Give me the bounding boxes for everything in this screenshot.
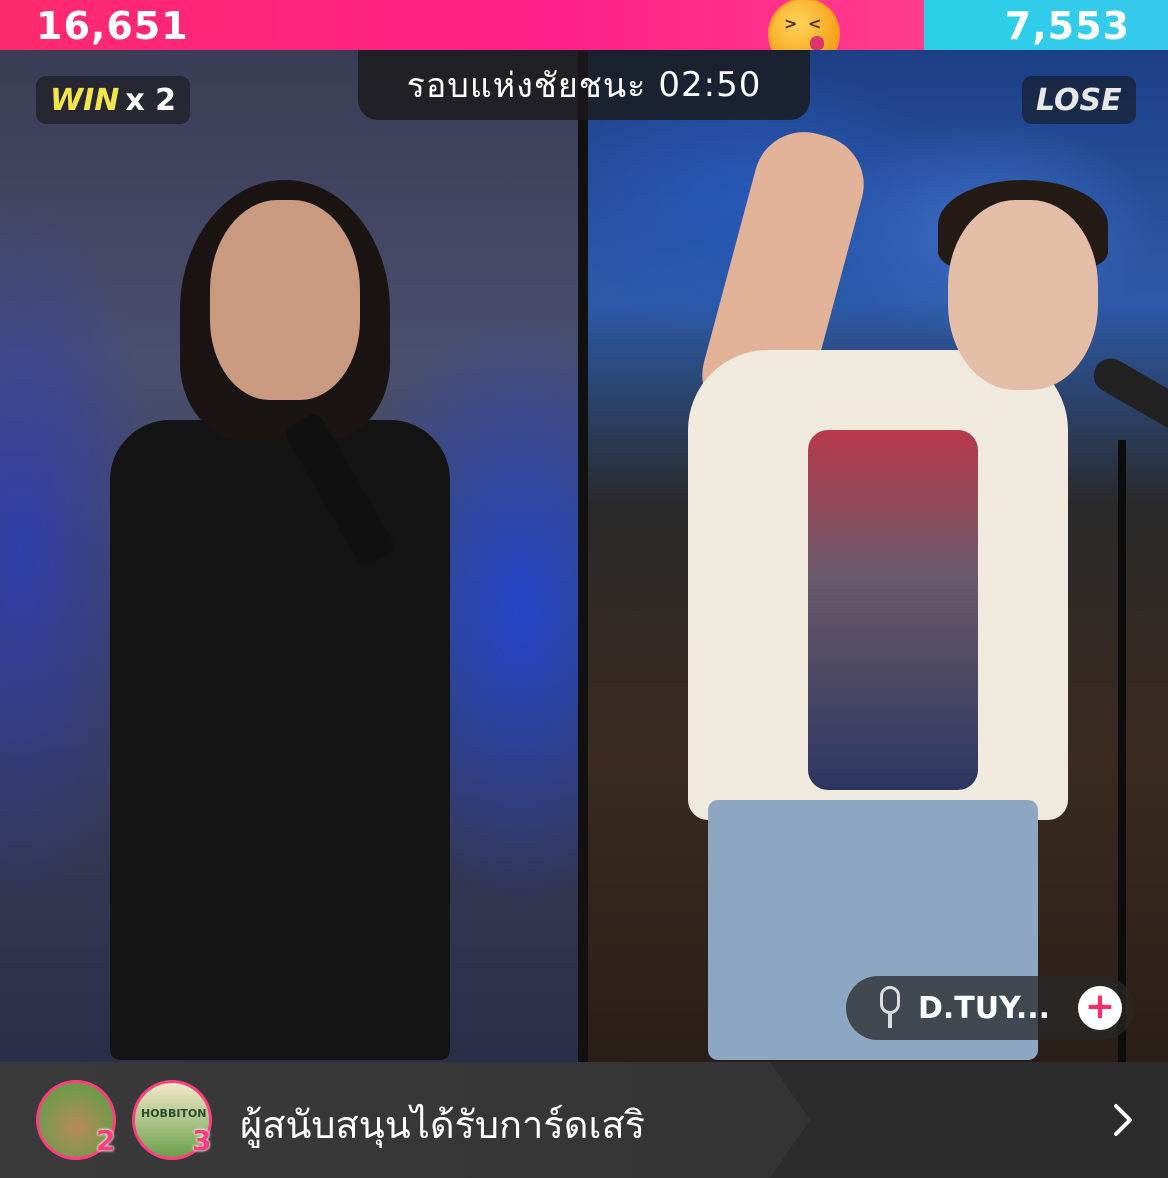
supporter-rank: 2 [96,1124,116,1157]
left-singer-image [70,160,470,1060]
right-score: 7,553 [1004,4,1130,48]
round-time: 02:50 [658,65,762,105]
opponent-host-chip[interactable]: D.TUY... + [846,976,1134,1040]
right-singer-image [648,110,1168,1062]
win-streak-badge: WIN x 2 [36,76,191,124]
chevron-right-icon[interactable] [1108,1098,1138,1142]
opponent-host-name: D.TUY... [918,990,1051,1026]
win-multiplier: x 2 [125,82,177,118]
avatar-logo-text: HOBBITON [141,1107,207,1120]
follow-button[interactable]: + [1078,986,1122,1030]
left-score: 16,651 [36,4,189,48]
banner-message: ผู้สนับสนุนได้รับการ์ดเสริ [240,1103,646,1147]
microphone-icon [876,986,904,1030]
battle-score-bar: 16,651 7,553 [0,0,1168,50]
lose-badge: LOSE [1022,76,1136,124]
right-host-video[interactable] [588,50,1168,1062]
round-label: รอบแห่งชัยชนะ [406,66,647,106]
video-divider [578,50,588,1062]
win-label: WIN [50,82,120,118]
round-timer: รอบแห่งชัยชนะ 02:50 [358,50,810,120]
supporter-rank: 3 [192,1124,212,1157]
left-host-video[interactable] [0,50,578,1062]
